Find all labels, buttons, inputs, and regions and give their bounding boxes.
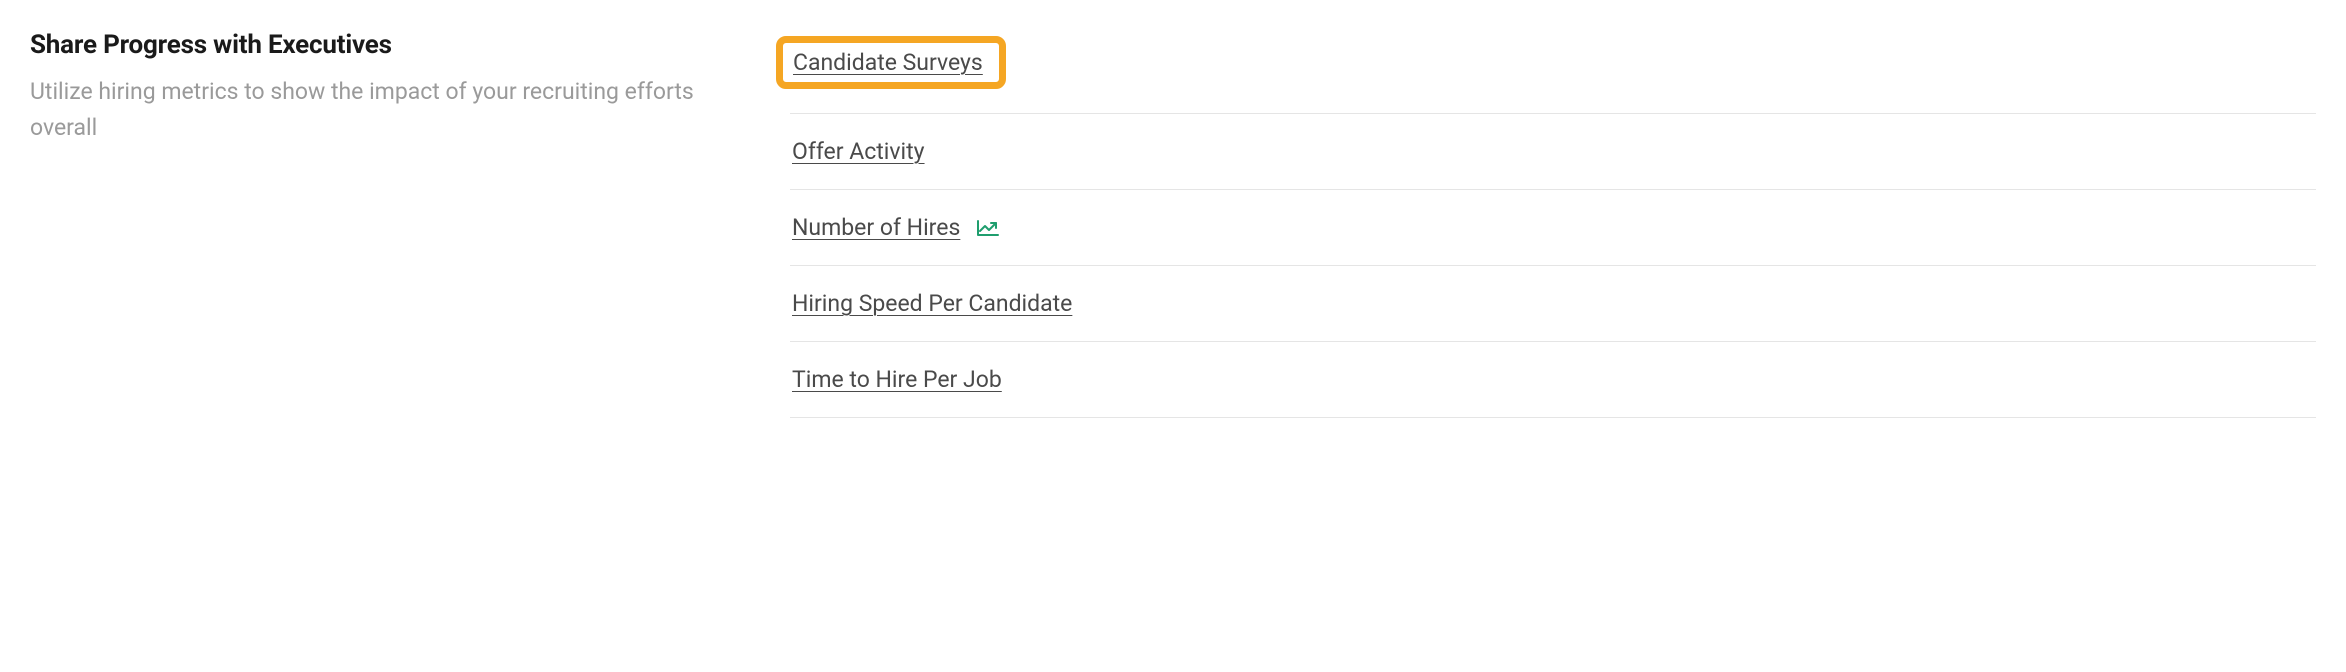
right-column: Candidate Surveys Offer Activity Number … bbox=[790, 30, 2316, 418]
link-row-candidate-surveys: Candidate Surveys bbox=[790, 30, 2316, 114]
section-description: Utilize hiring metrics to show the impac… bbox=[30, 74, 750, 145]
section-title: Share Progress with Executives bbox=[30, 30, 750, 60]
offer-activity-link[interactable]: Offer Activity bbox=[792, 138, 925, 165]
highlight-annotation: Candidate Surveys bbox=[776, 36, 1006, 89]
link-row-time-to-hire: Time to Hire Per Job bbox=[790, 342, 2316, 418]
two-column-layout: Share Progress with Executives Utilize h… bbox=[30, 30, 2316, 418]
hiring-speed-link[interactable]: Hiring Speed Per Candidate bbox=[792, 290, 1072, 317]
time-to-hire-link[interactable]: Time to Hire Per Job bbox=[792, 366, 1002, 393]
trend-chart-icon bbox=[976, 219, 1000, 237]
candidate-surveys-link[interactable]: Candidate Surveys bbox=[793, 49, 983, 76]
report-link-list: Candidate Surveys Offer Activity Number … bbox=[790, 30, 2316, 418]
link-row-offer-activity: Offer Activity bbox=[790, 114, 2316, 190]
page-root: Share Progress with Executives Utilize h… bbox=[0, 0, 2346, 672]
link-row-hiring-speed: Hiring Speed Per Candidate bbox=[790, 266, 2316, 342]
left-column: Share Progress with Executives Utilize h… bbox=[30, 30, 790, 145]
number-of-hires-link[interactable]: Number of Hires bbox=[792, 214, 960, 241]
link-row-number-of-hires: Number of Hires bbox=[790, 190, 2316, 266]
